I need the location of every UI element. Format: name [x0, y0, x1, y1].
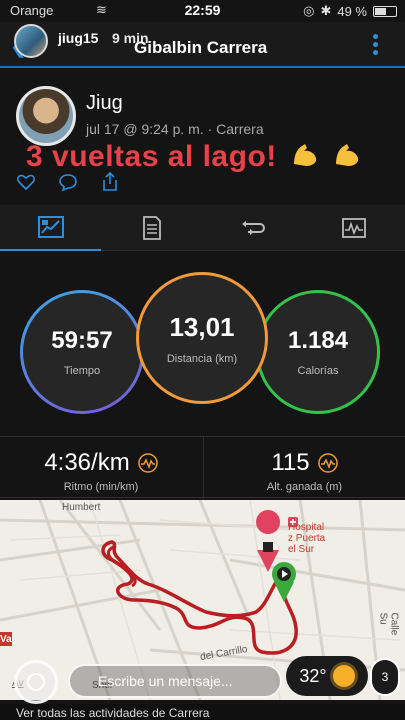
calories-label: Calorías: [297, 365, 339, 377]
tab-overview[interactable]: [0, 205, 101, 251]
share-icon[interactable]: [100, 172, 120, 192]
map-label-calle: Calle Su: [377, 612, 400, 636]
view-all-activities-link[interactable]: Ver todas las actividades de Carrera: [0, 704, 405, 720]
pace-label: Ritmo (min/km): [63, 481, 139, 493]
bluetooth-icon: ✱: [320, 3, 332, 18]
story-caption: 3 vueltas al lago!: [26, 140, 362, 174]
battery-label: 49 %: [337, 3, 367, 19]
time-value: 59:57: [51, 327, 113, 354]
distance-label: Distancia (km): [166, 352, 238, 365]
activity-actions: [16, 172, 120, 192]
pace-trend-icon[interactable]: [137, 453, 158, 473]
camera-icon: [27, 673, 45, 691]
distance-value: 13,01: [169, 311, 235, 342]
story-username[interactable]: jiug15: [58, 30, 98, 46]
elevation-label: Alt. ganada (m): [266, 481, 343, 493]
calories-value: 1.184: [287, 327, 349, 354]
time-label: Tiempo: [63, 365, 101, 377]
sun-icon: [332, 665, 355, 687]
like-heart-icon[interactable]: [16, 172, 36, 192]
temperature-value: 32°: [299, 665, 327, 686]
caption-text: 3 vueltas al lago!: [26, 140, 277, 173]
elevation-trend-icon[interactable]: [317, 453, 338, 473]
secondary-stats: 4:36/km Ritmo (min/km) 115 Alt. ganada (…: [0, 436, 405, 499]
document-icon: [142, 216, 161, 240]
more-options-icon[interactable]: [373, 34, 379, 58]
weather-badge: 32°: [286, 656, 368, 696]
status-bar: Orange ≋ 22:59 ◎ ✱ 49 %: [0, 0, 405, 22]
flexed-bicep-icon: [336, 144, 359, 166]
activity-tabs: [0, 205, 405, 251]
message-input[interactable]: [68, 664, 282, 698]
tab-laps[interactable]: [202, 205, 303, 251]
pace-stat: 4:36/km Ritmo (min/km): [0, 437, 202, 499]
story-avatar[interactable]: [14, 24, 48, 58]
overview-chart-icon: [37, 216, 64, 238]
time-ring: 59:57 Tiempo: [20, 290, 144, 414]
distance-ring: 13,01 Distancia (km): [136, 272, 268, 404]
map-label-hospital: Hospital z Puerta el Sur: [288, 522, 326, 555]
map-label-va: Va: [0, 634, 12, 645]
tab-charts[interactable]: [303, 205, 404, 251]
flexed-bicep-icon: [293, 144, 316, 166]
counter-badge: 3: [370, 658, 400, 696]
finish-marker-icon: [263, 542, 273, 552]
pace-value: 4:36/km: [44, 449, 130, 476]
summary-metrics: 59:57 Tiempo 1.184 Calorías 13,01 Distan…: [0, 258, 405, 433]
comment-icon[interactable]: [58, 172, 78, 192]
camera-button[interactable]: [14, 660, 58, 704]
elevation-stat: 115 Alt. ganada (m): [203, 437, 405, 499]
calories-ring: 1.184 Calorías: [256, 290, 380, 414]
heart-rate-chart-icon: [341, 218, 366, 238]
page-title: Gibalbin Carrera: [134, 38, 268, 57]
lock-icon: ◎: [303, 3, 315, 18]
tab-details[interactable]: [101, 205, 202, 251]
user-avatar[interactable]: [16, 86, 76, 146]
status-right: ◎ ✱ 49 %: [303, 3, 397, 19]
app-header: ❮ jiug15 9 min Gibalbin Carrera: [0, 22, 405, 68]
user-name[interactable]: Jiug: [86, 92, 123, 115]
map-label-humbert: Humbert: [62, 502, 101, 513]
battery-icon: [373, 5, 397, 17]
activity-meta: jul 17 @ 9:24 p. m. · Carrera: [86, 121, 264, 137]
elevation-value: 115: [271, 449, 310, 476]
laps-loop-icon: [241, 221, 265, 235]
